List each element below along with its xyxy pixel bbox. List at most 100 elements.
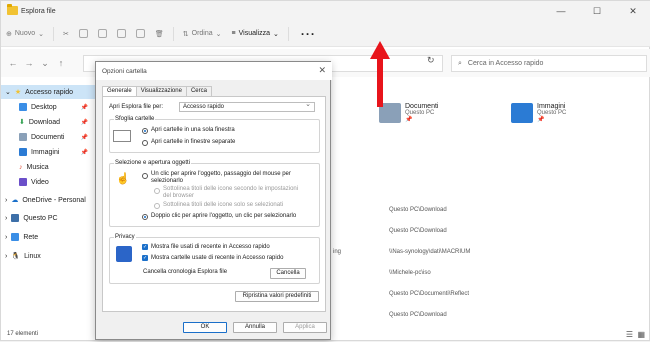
sidebar-item-label: Musica: [26, 163, 49, 171]
cut-button[interactable]: ✂: [58, 30, 74, 38]
browse-same-window-label: Apri cartelle in una sola finestra: [151, 127, 235, 133]
annotation-arrow-icon: [370, 41, 390, 107]
pictures-icon: [19, 148, 27, 156]
pin-icon: 📌: [80, 104, 88, 111]
forward-icon[interactable]: →: [21, 58, 37, 68]
view-label: Visualizza: [238, 30, 270, 37]
search-icon: ⌕: [458, 59, 462, 67]
sidebar-item-label: Questo PC: [23, 214, 58, 222]
underline-browser-label: Sottolinea titoli delle icone secondo le…: [163, 186, 299, 192]
sidebar-item-network[interactable]: › Rete: [1, 230, 96, 244]
sort-label: Ordina: [191, 30, 213, 37]
sidebar-item-music[interactable]: ♪ Musica: [1, 160, 96, 174]
details-view-icon[interactable]: ☰: [626, 330, 633, 339]
command-bar: ⊕ Nuovo ⌄ ✂ 🗑 ⇅ Ordina ⌄ ≡ Visualizza ⌄ …: [1, 21, 650, 47]
trash-icon: 🗑: [154, 30, 164, 38]
refresh-icon[interactable]: ↻: [427, 55, 435, 66]
dialog-title: Opzioni cartella: [102, 67, 147, 75]
clear-history-label: Cancella cronologia Esplora file: [143, 269, 228, 275]
chevron-down-icon: ⌄: [38, 30, 44, 38]
sidebar-item-label: Accesso rapido: [25, 88, 74, 96]
back-icon[interactable]: ←: [5, 58, 21, 68]
close-icon[interactable]: ✕: [615, 1, 650, 21]
download-icon: ⬇: [19, 119, 25, 126]
share-button[interactable]: [131, 29, 150, 38]
sort-button[interactable]: ⇅ Ordina ⌄: [178, 30, 227, 38]
new-label: Nuovo: [14, 30, 36, 37]
sidebar-item-label: Immagini: [31, 148, 60, 156]
tiles-view-icon[interactable]: ▦: [637, 330, 645, 339]
close-icon[interactable]: ✕: [318, 65, 326, 76]
cancel-button[interactable]: Annulla: [233, 322, 277, 333]
pictures-folder-icon: [511, 103, 533, 123]
sidebar-item-label: Linux: [24, 252, 41, 260]
underline-browser-radio[interactable]: [154, 188, 160, 194]
divider: [172, 26, 174, 41]
sidebar-item-label: Video: [31, 178, 49, 186]
restore-defaults-button[interactable]: Ripristina valori predefiniti: [235, 291, 319, 302]
file-explorer-window: Esplora file — ☐ ✕ ⊕ Nuovo ⌄ ✂ 🗑 ⇅ Ordin…: [0, 0, 650, 341]
browse-separate-window-radio[interactable]: [142, 140, 148, 146]
rename-button[interactable]: [112, 29, 131, 38]
chevron-right-icon: ›: [5, 196, 8, 204]
paste-button[interactable]: [93, 29, 112, 38]
sidebar-item-documents[interactable]: Documenti 📌: [1, 130, 96, 144]
single-click-label-cont: selezionarlo: [151, 178, 184, 184]
apply-button[interactable]: Applica: [283, 322, 327, 333]
recent-files-checkbox[interactable]: ✓: [142, 244, 148, 250]
window-controls: — ☐ ✕: [543, 1, 650, 21]
video-icon: [19, 178, 27, 186]
sort-icon: ⇅: [182, 30, 189, 38]
general-tab-panel: Apri Esplora file per: Accesso rapido Sf…: [102, 96, 326, 312]
open-explorer-label: Apri Esplora file per:: [109, 104, 164, 110]
window-title: Esplora file: [21, 7, 56, 15]
network-icon: [11, 233, 20, 241]
up-icon[interactable]: ↑: [53, 58, 69, 68]
ok-button[interactable]: OK: [183, 322, 227, 333]
title-bar: Esplora file — ☐ ✕: [1, 1, 650, 21]
paste-icon: [97, 29, 107, 38]
chevron-down-icon: ⌄: [215, 30, 222, 38]
clear-history-button[interactable]: Cancella: [270, 268, 306, 279]
view-button[interactable]: ≡ Visualizza ⌄: [227, 30, 284, 38]
sidebar-item-video[interactable]: Video: [1, 175, 96, 189]
sidebar-item-desktop[interactable]: Desktop 📌: [1, 100, 96, 114]
single-click-radio[interactable]: [142, 173, 148, 179]
sidebar-item-onedrive[interactable]: › ☁ OneDrive - Personal: [1, 193, 96, 207]
sidebar-item-download[interactable]: ⬇ Download 📌: [1, 115, 96, 129]
open-explorer-select[interactable]: Accesso rapido: [179, 101, 315, 112]
double-click-label: Doppio clic per aprire l'oggetto, un cli…: [151, 213, 297, 219]
browse-same-window-radio[interactable]: [142, 128, 148, 134]
sidebar-item-this-pc[interactable]: › Questo PC: [1, 211, 96, 225]
desktop-icon: [19, 103, 27, 111]
maximize-icon[interactable]: ☐: [579, 1, 615, 21]
folder-options-dialog: Opzioni cartella ✕ Generale Visualizzazi…: [95, 61, 332, 340]
more-options-button[interactable]: ···: [293, 27, 324, 41]
sidebar-item-pictures[interactable]: Immagini 📌: [1, 145, 96, 159]
tile-pictures[interactable]: Immagini Questo PC 📌: [511, 103, 566, 123]
recent-folders-checkbox[interactable]: ✓: [142, 255, 148, 261]
sidebar-item-label: Documenti: [31, 133, 65, 141]
file-location: \\Nas-synology\dati\MACRIUM: [389, 249, 471, 255]
copy-button[interactable]: [74, 29, 93, 38]
new-button[interactable]: ⊕ Nuovo ⌄: [1, 30, 49, 38]
group-title: Selezione e apertura oggetti: [114, 160, 192, 166]
double-click-radio[interactable]: [142, 214, 148, 220]
delete-button[interactable]: 🗑: [150, 30, 169, 38]
sidebar-item-quick-access[interactable]: ⌄ ★ Accesso rapido: [1, 85, 96, 99]
content-pane: Documenti Questo PC 📌 Immagini Questo PC…: [331, 81, 650, 326]
chevron-down-icon: ⌄: [273, 30, 279, 38]
history-chevron-icon[interactable]: ⌄: [37, 58, 53, 69]
tab-search[interactable]: Cerca: [185, 86, 212, 96]
tab-view[interactable]: Visualizzazione: [135, 86, 187, 96]
search-input[interactable]: ⌕ Cerca in Accesso rapido: [451, 55, 647, 72]
file-location: Questo PC\Download: [389, 207, 447, 213]
chevron-right-icon: ›: [5, 233, 8, 241]
underline-hover-radio[interactable]: [154, 203, 160, 209]
sidebar-item-linux[interactable]: › 🐧 Linux: [1, 249, 96, 263]
tab-general[interactable]: Generale: [102, 86, 137, 96]
privacy-shield-icon: [116, 246, 132, 262]
minimize-icon[interactable]: —: [543, 1, 579, 21]
underline-browser-label-cont: del browser: [163, 193, 195, 199]
divider: [287, 26, 289, 41]
